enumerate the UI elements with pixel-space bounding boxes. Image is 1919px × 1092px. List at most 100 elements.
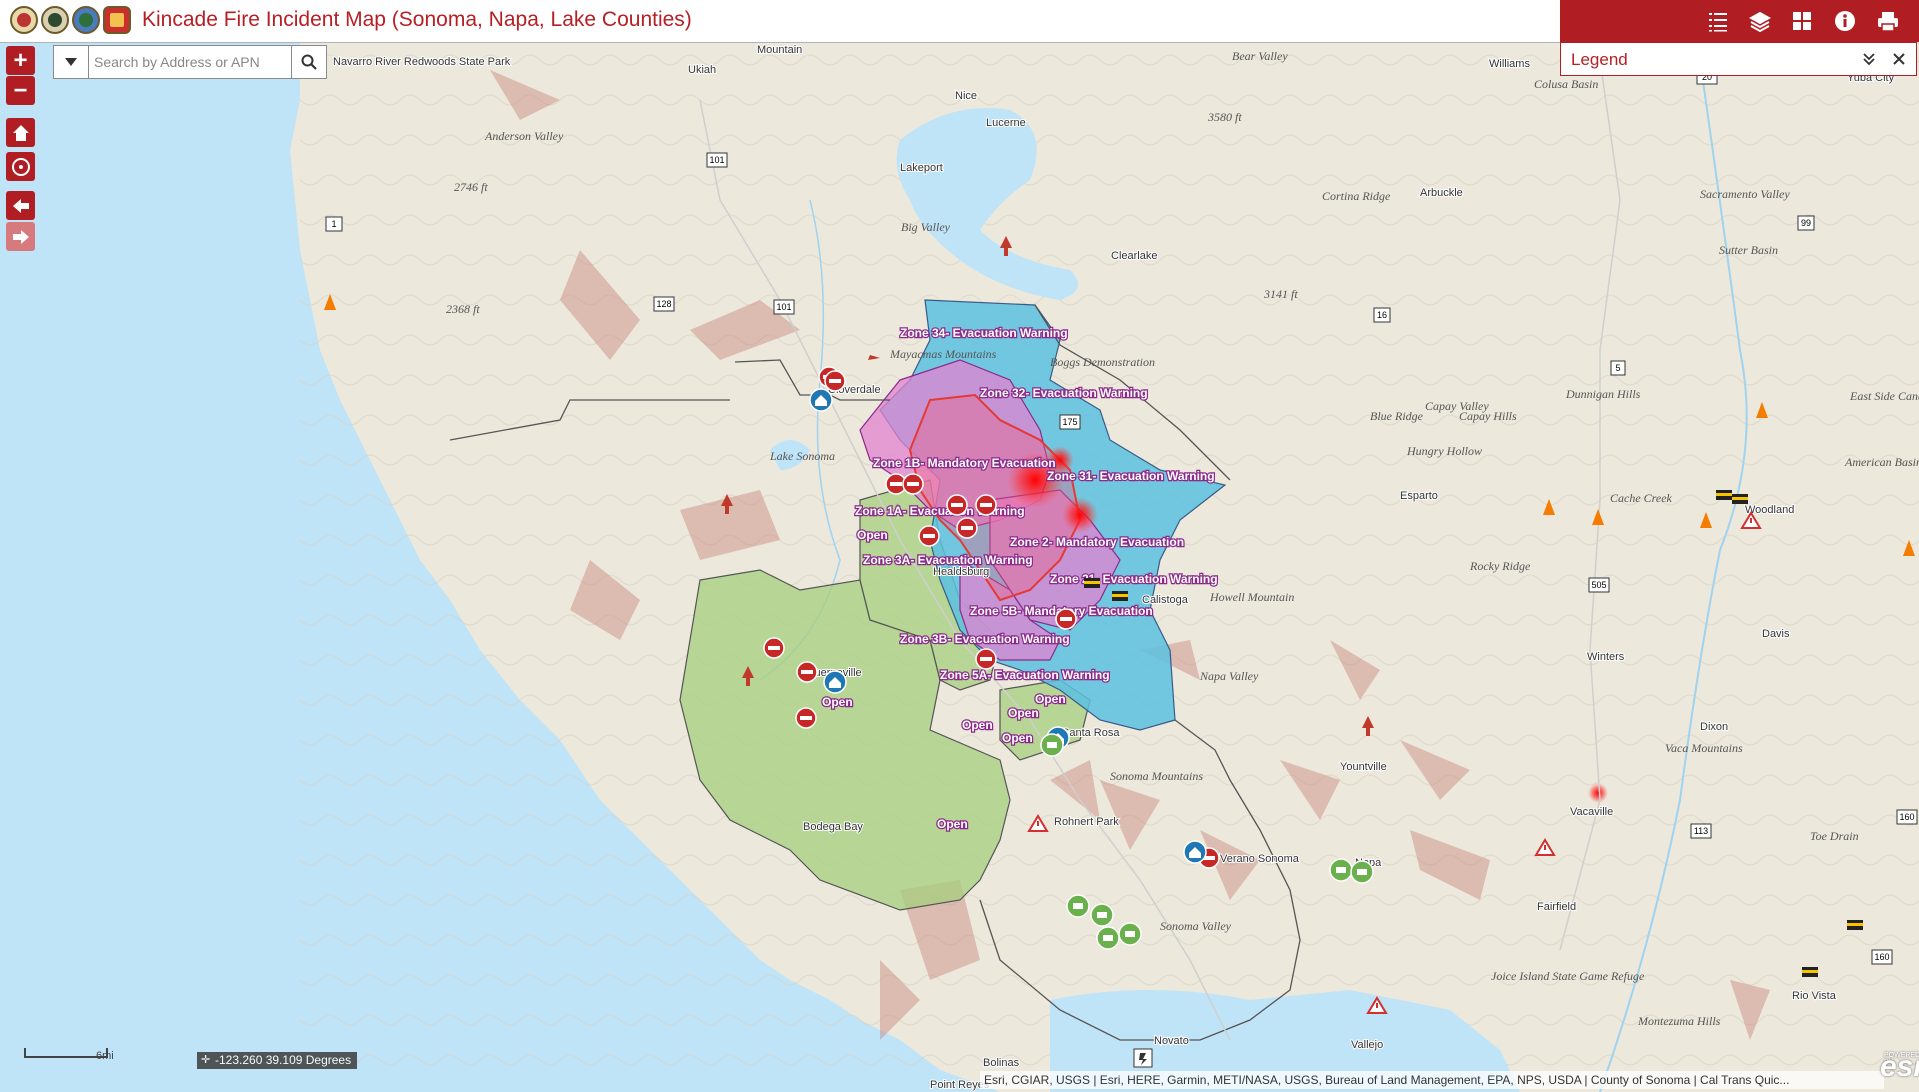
svg-text:Joice Island State Game Refuge: Joice Island State Game Refuge	[1491, 969, 1645, 983]
search-icon	[301, 54, 317, 70]
svg-text:Arbuckle: Arbuckle	[1420, 187, 1463, 199]
svg-text:505: 505	[1591, 580, 1606, 590]
list-icon[interactable]	[1703, 6, 1733, 36]
locate-icon	[11, 157, 30, 176]
road-closure-icon	[796, 661, 818, 683]
svg-text:175: 175	[1062, 417, 1077, 427]
open-label[interactable]: Open	[856, 527, 889, 544]
svg-text:Sonoma Mountains: Sonoma Mountains	[1110, 769, 1203, 783]
svg-text:Anderson Valley: Anderson Valley	[484, 129, 564, 143]
zone-label[interactable]: Zone 1B- Mandatory Evacuation	[872, 455, 1057, 472]
open-label[interactable]: Open	[961, 717, 994, 734]
sonoma-county-seal-icon	[10, 6, 38, 34]
svg-text:American Basin: American Basin	[1844, 455, 1919, 469]
napa-county-seal-icon	[72, 6, 100, 34]
svg-text:3580 ft: 3580 ft	[1207, 110, 1242, 124]
svg-text:Bolinas: Bolinas	[983, 1057, 1020, 1069]
svg-text:Ukiah: Ukiah	[688, 64, 716, 76]
home-icon	[12, 124, 29, 141]
zone-label[interactable]: Zone 2- Mandatory Evacuation	[1009, 534, 1186, 551]
svg-text:160: 160	[1899, 812, 1914, 822]
zone-label[interactable]: Zone 5A- Evacuation Warning	[939, 667, 1111, 684]
zone-label[interactable]: Zone 32- Evacuation Warning	[979, 385, 1149, 402]
search-button[interactable]	[291, 46, 326, 78]
svg-text:101: 101	[776, 302, 791, 312]
open-label[interactable]: Open	[1034, 691, 1067, 708]
esri-logo[interactable]: esri	[1880, 1050, 1919, 1084]
road-closure-icon	[795, 707, 817, 729]
road-closure-icon	[763, 637, 785, 659]
app-title: Kincade Fire Incident Map (Sonoma, Napa,…	[142, 8, 692, 31]
svg-text:Rio Vista: Rio Vista	[1792, 990, 1837, 1002]
search-input[interactable]	[94, 52, 284, 72]
legend-title: Legend	[1571, 50, 1628, 69]
zone-label[interactable]: Zone 21- Evacuation Warning	[1049, 571, 1219, 588]
map-canvas: Zone 34- Evacuation Warning Zone 32- Eva…	[0, 42, 1919, 1092]
svg-text:2368 ft: 2368 ft	[446, 302, 480, 316]
svg-text:Nice: Nice	[955, 90, 977, 102]
active-fire-hotspot	[1062, 497, 1098, 533]
svg-text:Williams: Williams	[1489, 58, 1530, 70]
svg-text:Mountain: Mountain	[757, 44, 802, 56]
svg-text:Cortina Ridge: Cortina Ridge	[1322, 189, 1391, 203]
svg-text:Lakeport: Lakeport	[900, 162, 943, 174]
info-icon[interactable]	[1830, 6, 1860, 36]
svg-text:Dixon: Dixon	[1700, 721, 1728, 733]
shelter-icon	[1183, 840, 1207, 864]
print-icon[interactable]	[1873, 6, 1903, 36]
basemap-gallery-icon[interactable]	[1787, 6, 1817, 36]
svg-text:160: 160	[1874, 952, 1889, 962]
svg-text:Howell Mountain: Howell Mountain	[1209, 590, 1294, 604]
zone-label[interactable]: Zone 1A- Evacuation Warning	[854, 503, 1026, 520]
map-attribution[interactable]: Esri, CGIAR, USGS | Esri, HERE, Garmin, …	[980, 1071, 1884, 1089]
legend-panel: Legend	[1560, 42, 1917, 76]
svg-text:Lake Sonoma: Lake Sonoma	[769, 449, 835, 463]
coordinate-text: -123.260 39.109 Degrees	[215, 1053, 352, 1067]
svg-text:Montezuma Hills: Montezuma Hills	[1637, 1014, 1721, 1028]
svg-text:3141 ft: 3141 ft	[1263, 287, 1298, 301]
close-icon[interactable]	[1891, 51, 1907, 72]
open-label[interactable]: Open	[1007, 705, 1040, 722]
svg-text:Davis: Davis	[1762, 628, 1790, 640]
svg-text:Verano Sonoma: Verano Sonoma	[1220, 853, 1300, 865]
agency-logos	[10, 6, 131, 34]
svg-text:Sonoma Valley: Sonoma Valley	[1160, 919, 1232, 933]
road-closure-icon	[975, 494, 997, 516]
svg-text:Sutter Basin: Sutter Basin	[1719, 243, 1778, 257]
open-label[interactable]: Open	[821, 694, 854, 711]
svg-text:Dunnigan Hills: Dunnigan Hills	[1565, 387, 1641, 401]
map-view[interactable]: Zone 34- Evacuation Warning Zone 32- Eva…	[0, 42, 1919, 1092]
road-closure-icon	[956, 517, 978, 539]
svg-text:Blue Ridge: Blue Ridge	[1370, 409, 1424, 423]
svg-text:Rocky Ridge: Rocky Ridge	[1469, 559, 1531, 573]
open-label[interactable]: Open	[936, 816, 969, 833]
svg-text:Fairfield: Fairfield	[1537, 901, 1576, 913]
svg-text:2746 ft: 2746 ft	[454, 180, 488, 194]
collapse-chevron-icon[interactable]	[1861, 51, 1877, 72]
zone-label[interactable]: Zone 3B- Evacuation Warning	[899, 631, 1071, 648]
locate-button[interactable]	[6, 152, 35, 181]
layers-icon[interactable]	[1745, 6, 1775, 36]
forward-button[interactable]	[6, 222, 35, 251]
back-button[interactable]	[6, 191, 35, 220]
scale-label: 6mi	[96, 1050, 114, 1062]
svg-text:Bodega Bay: Bodega Bay	[803, 821, 863, 833]
zone-label[interactable]: Zone 34- Evacuation Warning	[899, 325, 1069, 342]
zoom-out-button[interactable]: −	[6, 76, 35, 105]
svg-text:Sacramento Valley: Sacramento Valley	[1700, 187, 1790, 201]
svg-text:Vacaville: Vacaville	[1570, 806, 1613, 818]
coordinate-readout[interactable]: ✛ -123.260 39.109 Degrees	[197, 1052, 358, 1069]
zoom-in-button[interactable]: +	[6, 46, 35, 75]
svg-text:Colusa Basin: Colusa Basin	[1534, 77, 1598, 91]
svg-text:Bear Valley: Bear Valley	[1232, 49, 1288, 63]
svg-text:Healdsburg: Healdsburg	[933, 566, 989, 578]
road-closure-icon	[946, 494, 968, 516]
crosshair-icon: ✛	[201, 1054, 211, 1066]
home-button[interactable]	[6, 118, 35, 147]
zone-label[interactable]: Zone 31- Evacuation Warning	[1046, 468, 1216, 485]
svg-text:128: 128	[656, 299, 671, 309]
zone-label[interactable]: Zone 3A- Evacuation Warning	[862, 552, 1034, 569]
search-source-dropdown[interactable]	[54, 46, 89, 78]
svg-text:101: 101	[709, 155, 724, 165]
open-label[interactable]: Open	[1001, 730, 1034, 747]
